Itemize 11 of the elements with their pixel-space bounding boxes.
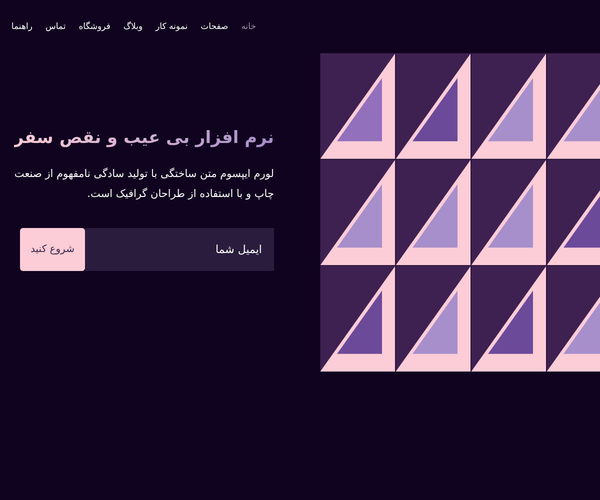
email-field[interactable]: ایمیل شما (85, 228, 274, 271)
nav-link[interactable]: صفحات (200, 22, 228, 32)
start-button[interactable]: شروع کنید (20, 228, 85, 271)
nav-link[interactable]: نمونه کار (156, 22, 188, 32)
nav-link[interactable]: راهنما (11, 22, 32, 32)
nav-link[interactable]: فروشگاه (78, 22, 110, 32)
nav-link[interactable]: خانه (241, 22, 256, 32)
hero-title: نرم افزار بی عیب و نقص سفر (14, 128, 274, 148)
hero-text: لورم ایپسوم متن ساختگی با تولید سادگی نامفهوم از صنعت چاپ و با استفاده از طراحان گرافیک است. (13, 166, 274, 202)
nav-link[interactable]: تماس (45, 22, 66, 32)
nav-link[interactable]: وبلاگ (123, 22, 143, 32)
